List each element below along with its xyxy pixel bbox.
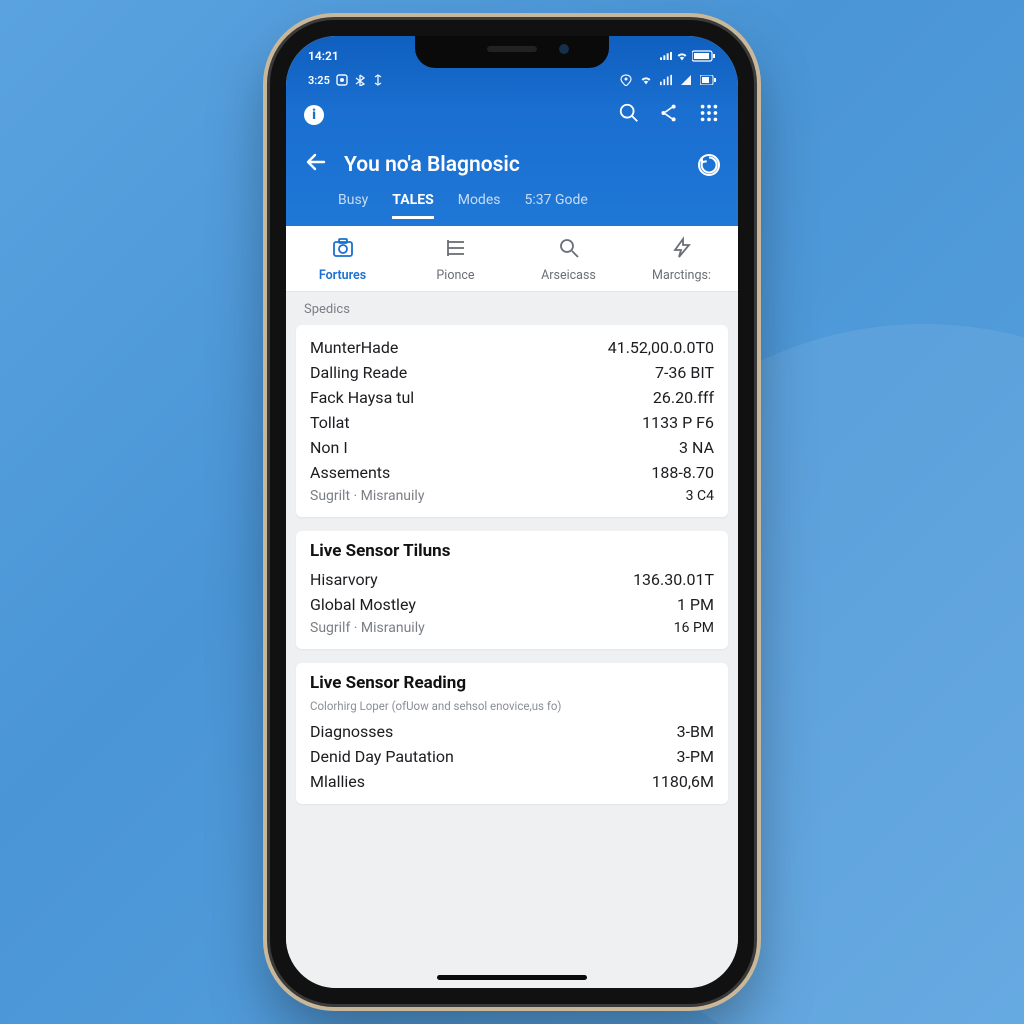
card-spedics: MunterHade41.52,00.0.0T0 Dalling Reade7-…	[296, 325, 728, 517]
nav-pionce[interactable]: Pionce	[399, 236, 512, 283]
home-indicator[interactable]	[437, 975, 587, 980]
section-label-spedics: Spedics	[286, 292, 738, 325]
card-live-sensor-reading: Live Sensor Reading Colorhirg Loper (ofU…	[296, 663, 728, 804]
phone-frame: 14:21 3:25	[270, 20, 754, 1004]
spec-row[interactable]: Dalling Reade7-36 BIT	[310, 360, 714, 385]
card-live-sensor-tiluns: Live Sensor Tiluns Hisarvory136.30.01T G…	[296, 531, 728, 649]
sensor-row[interactable]: Global Mostley1 PM	[310, 592, 714, 617]
page-title: You no'a Blagnosic	[344, 153, 682, 177]
wifi-icon-2	[640, 74, 652, 86]
sensor-row-sub[interactable]: Sugrilf · Misranuily16 PM	[310, 617, 714, 639]
status-time-secondary: 3:25	[308, 74, 330, 87]
spec-row[interactable]: Non I3 NA	[310, 435, 714, 460]
refresh-icon[interactable]	[698, 154, 720, 176]
card2-title: Live Sensor Tiluns	[310, 541, 714, 561]
status-right	[660, 50, 716, 62]
info-icon[interactable]: i	[304, 105, 324, 125]
nav-fortures-label: Fortures	[286, 268, 399, 283]
menu-grid-icon[interactable]	[698, 102, 720, 128]
tab-busy[interactable]: Busy	[338, 192, 368, 216]
nav-arseicass-label: Arseicass	[512, 268, 625, 283]
tab-modes[interactable]: Modes	[458, 192, 501, 216]
battery-icon	[692, 50, 716, 62]
nav-fortures[interactable]: Fortures	[286, 236, 399, 283]
tab-tales[interactable]: TALES	[392, 192, 433, 219]
card3-title: Live Sensor Reading	[310, 673, 714, 693]
sync-icon	[372, 74, 384, 86]
signal-icon-2	[660, 74, 672, 86]
nav-arseicass[interactable]: Arseicass	[512, 236, 625, 283]
nav-marctings[interactable]: Marctings:	[625, 236, 738, 283]
signal-icon	[660, 50, 672, 62]
spec-row[interactable]: Assements188-8.70	[310, 460, 714, 485]
spec-row[interactable]: Fack Haysa tul26.20.fff	[310, 385, 714, 410]
sim-triangle-icon	[680, 74, 692, 86]
battery-icon-2	[700, 75, 716, 85]
reading-row[interactable]: Mlallies1180,6M	[310, 769, 714, 794]
nav-pionce-label: Pionce	[399, 268, 512, 283]
app-bar: i	[286, 92, 738, 138]
search-icon[interactable]	[618, 102, 640, 128]
reading-row[interactable]: Diagnosses3-BM	[310, 719, 714, 744]
status-bar-secondary: 3:25	[286, 68, 738, 92]
notch	[415, 36, 609, 68]
location-icon	[620, 74, 632, 86]
status-time: 14:21	[308, 49, 339, 63]
sensor-row[interactable]: Hisarvory136.30.01T	[310, 567, 714, 592]
reading-row[interactable]: Denid Day Pautation3-PM	[310, 744, 714, 769]
bluetooth-icon	[354, 74, 366, 86]
nav-grid: Fortures Pionce Arseicass Marctings:	[286, 226, 738, 292]
card3-desc: Colorhirg Loper (ofUow and sehsol enovic…	[310, 699, 714, 713]
spec-row[interactable]: Tollat1133 P F6	[310, 410, 714, 435]
back-button[interactable]	[304, 150, 328, 180]
tabs-primary: Busy TALES Modes 5:37 Gode	[286, 192, 738, 226]
nav-marctings-label: Marctings:	[625, 268, 738, 283]
spec-row[interactable]: MunterHade41.52,00.0.0T0	[310, 335, 714, 360]
tab-gode[interactable]: 5:37 Gode	[524, 192, 587, 216]
screen: 14:21 3:25	[286, 36, 738, 988]
sim-icon	[336, 74, 348, 86]
content-area: Spedics MunterHade41.52,00.0.0T0 Dalling…	[286, 292, 738, 988]
spec-row-sub[interactable]: Sugrilt · Misranuily3 C4	[310, 485, 714, 507]
title-bar: You no'a Blagnosic	[286, 138, 738, 192]
wifi-icon	[676, 50, 688, 62]
share-icon[interactable]	[658, 102, 680, 128]
